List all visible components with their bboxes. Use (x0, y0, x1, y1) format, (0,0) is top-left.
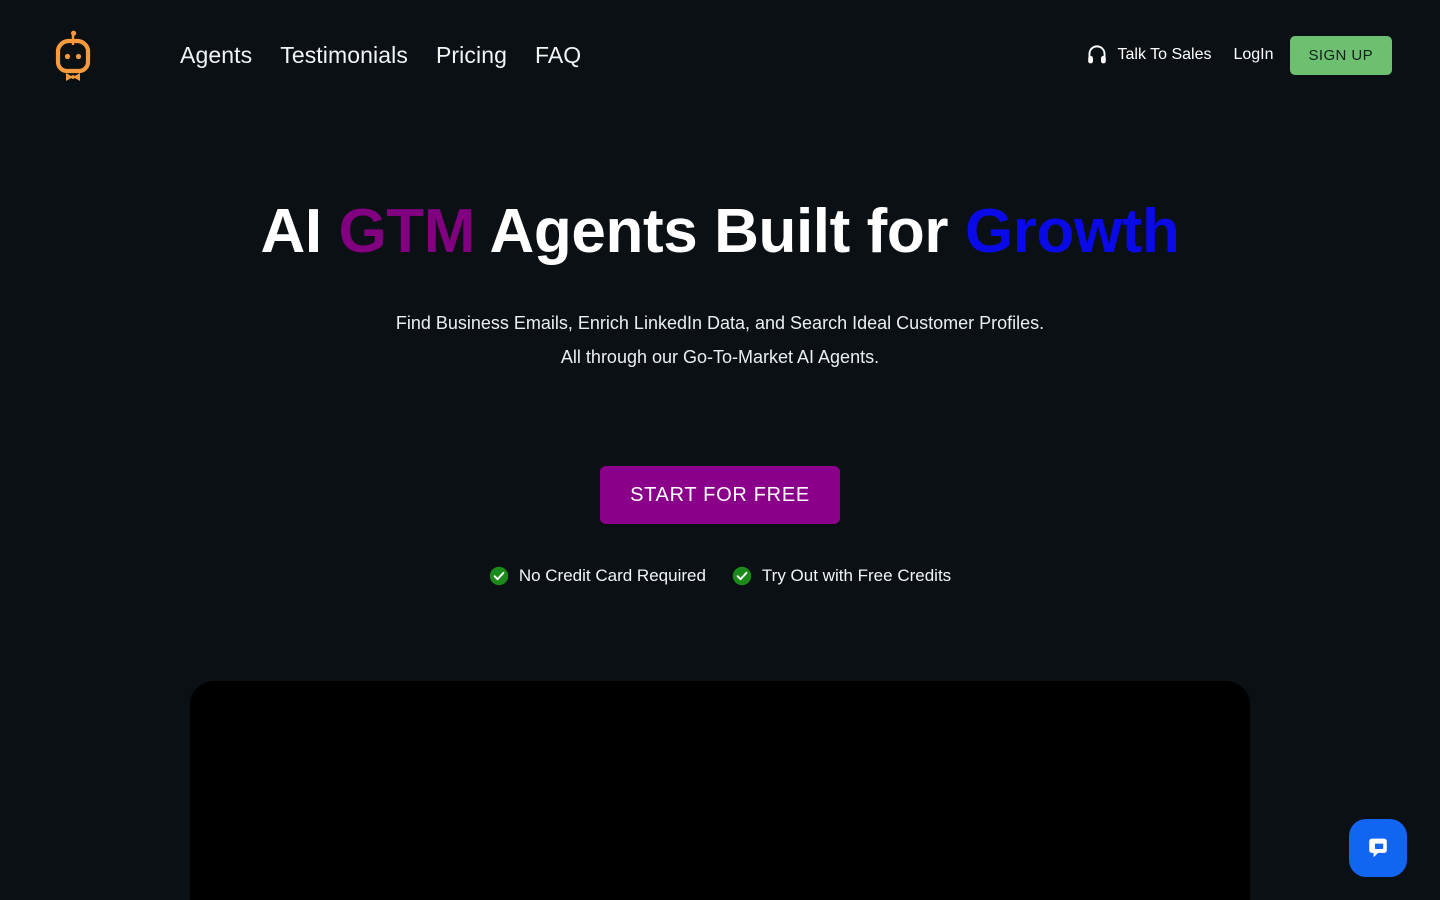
login-link[interactable]: LogIn (1233, 46, 1273, 64)
signup-button[interactable]: SIGN UP (1289, 35, 1392, 75)
nav-link-agents[interactable]: Agents (180, 43, 252, 67)
badge-label: No Credit Card Required (518, 566, 706, 586)
title-part-2: Agents Built for (475, 197, 965, 266)
nav-link-faq[interactable]: FAQ (535, 43, 581, 67)
robot-head-icon (55, 30, 91, 81)
check-circle-icon (489, 567, 509, 586)
demo-video-panel[interactable] (190, 681, 1250, 900)
hero-section: AI GTM Agents Built for Growth Find Busi… (0, 110, 1440, 586)
check-circle-icon (732, 567, 752, 586)
badge-no-credit-card: No Credit Card Required (489, 566, 706, 586)
primary-nav: Agents Testimonials Pricing FAQ (180, 43, 581, 67)
hero-subtitle-line-2: All through our Go-To-Market AI Agents. (560, 347, 880, 368)
nav-link-pricing[interactable]: Pricing (436, 43, 507, 67)
chat-widget-button[interactable] (1349, 819, 1407, 877)
nav-link-testimonials[interactable]: Testimonials (280, 43, 408, 67)
hero-badges: No Credit Card Required Try Out with Fre… (0, 566, 1440, 586)
title-gtm: GTM (338, 197, 476, 266)
hero-subtitle-line-1: Find Business Emails, Enrich LinkedIn Da… (395, 313, 1045, 334)
logo-link[interactable] (48, 27, 98, 83)
chat-bubble-icon (1369, 838, 1387, 858)
top-navbar: Agents Testimonials Pricing FAQ Talk To … (0, 0, 1440, 110)
badge-free-credits: Try Out with Free Credits (732, 566, 951, 586)
badge-label: Try Out with Free Credits (761, 566, 952, 586)
start-for-free-button[interactable]: START FOR FREE (600, 466, 840, 525)
talk-to-sales-label: Talk To Sales (1117, 46, 1212, 63)
talk-to-sales-button[interactable]: Talk To Sales (1086, 44, 1211, 66)
cta-container: START FOR FREE (0, 466, 1440, 525)
page-title: AI GTM Agents Built for Growth (0, 197, 1440, 266)
hero-subtitle: Find Business Emails, Enrich LinkedIn Da… (0, 306, 1440, 374)
nav-actions: Talk To Sales LogIn SIGN UP (1086, 35, 1392, 75)
title-growth: Growth (964, 197, 1180, 266)
title-part-1: AI (260, 197, 339, 266)
headset-icon (1088, 45, 1107, 64)
